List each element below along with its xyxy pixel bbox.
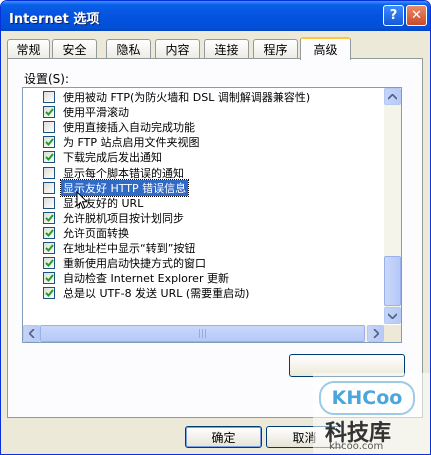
- checkmark-icon: [44, 153, 54, 162]
- tab-general[interactable]: 常规: [7, 39, 50, 58]
- setting-checkbox[interactable]: [43, 287, 55, 300]
- scroll-right-button[interactable]: [367, 325, 384, 342]
- setting-checkbox[interactable]: [43, 136, 55, 149]
- internet-options-dialog: Internet 选项 ? ✕ 常规 安全 隐私 内容 连接 程序 高级 设置(…: [0, 0, 431, 455]
- settings-label: 设置(S):: [24, 72, 70, 86]
- checkmark-icon: [44, 274, 54, 283]
- checkmark-icon: [44, 259, 54, 268]
- setting-label: 允许页面转换: [63, 226, 129, 240]
- setting-label: 使用被动 FTP(为防火墙和 DSL 调制解调器兼容性): [63, 91, 311, 104]
- scroll-left-button[interactable]: [23, 325, 40, 342]
- watermark: KHCoo 科技库 khcoo.com: [313, 373, 430, 454]
- setting-item[interactable]: 总是以 UTF-8 发送 URL (需要重启动): [43, 285, 251, 301]
- title-bar[interactable]: Internet 选项 ? ✕: [1, 1, 430, 31]
- settings-list[interactable]: 使用被动 FTP(为防火墙和 DSL 调制解调器兼容性) 使用平滑滚动 使用直接插入…: [22, 87, 402, 343]
- vertical-scrollbar[interactable]: [384, 88, 401, 324]
- tab-programs[interactable]: 程序: [253, 39, 298, 58]
- help-button[interactable]: ?: [383, 5, 404, 26]
- arrow-right-icon: [372, 329, 379, 338]
- checkmark-icon: [44, 214, 54, 222]
- arrow-left-icon: [28, 329, 35, 338]
- scroll-thumb[interactable]: [384, 256, 401, 306]
- tab-content[interactable]: 内容: [155, 39, 200, 58]
- setting-item[interactable]: 下载完成后发出通知: [43, 149, 164, 165]
- checkmark-icon: [44, 108, 54, 117]
- setting-checkbox[interactable]: [43, 151, 55, 164]
- setting-label: 在地址栏中显示“转到”按钮: [63, 242, 196, 255]
- setting-checkbox[interactable]: [43, 166, 55, 179]
- setting-item[interactable]: 自动检查 Internet Explorer 更新: [43, 270, 231, 286]
- setting-label: 使用直接插入自动完成功能: [63, 121, 195, 135]
- setting-item[interactable]: 显示友好 HTTP 错误信息: [43, 178, 190, 197]
- setting-item[interactable]: 使用直接插入自动完成功能: [43, 119, 197, 135]
- checkmark-icon: [44, 138, 54, 147]
- setting-checkbox[interactable]: [43, 211, 55, 224]
- setting-label: 使用平滑滚动: [63, 106, 129, 120]
- setting-item[interactable]: 使用被动 FTP(为防火墙和 DSL 调制解调器兼容性): [43, 89, 312, 105]
- setting-checkbox[interactable]: [43, 106, 55, 119]
- setting-item[interactable]: 重新使用启动快捷方式的窗口: [43, 255, 208, 271]
- setting-checkbox[interactable]: [43, 257, 55, 270]
- grip-icon: |||: [197, 328, 208, 339]
- horizontal-scrollbar[interactable]: |||: [23, 325, 384, 342]
- tab-connections[interactable]: 连接: [204, 39, 249, 58]
- setting-label: 显示友好的 URL: [63, 196, 144, 210]
- setting-item[interactable]: 使用平滑滚动: [43, 104, 131, 120]
- setting-item[interactable]: 允许页面转换: [43, 225, 131, 241]
- setting-item[interactable]: 显示友好的 URL: [43, 195, 145, 211]
- setting-item[interactable]: 显示每个脚本错误的通知: [43, 165, 186, 181]
- setting-item[interactable]: 允许脱机项目按计划同步: [43, 210, 186, 226]
- setting-checkbox[interactable]: [43, 91, 55, 103]
- close-icon: ✕: [411, 8, 422, 23]
- tab-privacy[interactable]: 隐私: [106, 39, 151, 58]
- setting-label: 显示每个脚本错误的通知: [63, 166, 184, 180]
- horizontal-scroll-thumb[interactable]: |||: [40, 325, 365, 342]
- checkmark-icon: [44, 244, 54, 252]
- ok-button[interactable]: 确定: [185, 426, 262, 448]
- close-button[interactable]: ✕: [406, 5, 427, 26]
- setting-checkbox[interactable]: [43, 121, 55, 134]
- help-icon: ?: [389, 8, 398, 23]
- arrow-up-icon: [388, 93, 397, 100]
- watermark-logo: KHCoo: [319, 381, 415, 415]
- setting-checkbox[interactable]: [43, 242, 55, 254]
- checkmark-icon: [44, 289, 54, 298]
- setting-label: 总是以 UTF-8 发送 URL (需要重启动): [63, 287, 250, 301]
- setting-checkbox[interactable]: [43, 196, 55, 209]
- setting-label: 允许脱机项目按计划同步: [63, 211, 184, 225]
- setting-label: 下载完成后发出通知: [63, 151, 162, 165]
- setting-label: 自动检查 Internet Explorer 更新: [63, 272, 229, 286]
- setting-label: 重新使用启动快捷方式的窗口: [63, 257, 206, 271]
- setting-item[interactable]: 为 FTP 站点启用文件夹视图: [43, 134, 201, 150]
- tab-advanced[interactable]: 高级: [300, 37, 351, 60]
- scroll-up-button[interactable]: [384, 88, 401, 105]
- watermark-url: khcoo.com: [329, 441, 384, 452]
- scrollbar-corner: [384, 325, 401, 342]
- advanced-panel: 设置(S): 使用被动 FTP(为防火墙和 DSL 调制解调器兼容性) 使用平滑滚…: [7, 58, 423, 418]
- arrow-down-icon: [388, 312, 397, 319]
- tab-security[interactable]: 安全: [52, 39, 97, 58]
- mouse-cursor-icon: [76, 191, 88, 210]
- setting-label: 为 FTP 站点启用文件夹视图: [63, 136, 200, 150]
- checkmark-icon: [44, 229, 54, 237]
- setting-checkbox[interactable]: [43, 181, 55, 194]
- setting-item[interactable]: 在地址栏中显示“转到”按钮: [43, 240, 197, 256]
- scroll-down-button[interactable]: [384, 307, 401, 324]
- tab-strip: 常规 安全 隐私 内容 连接 程序 高级: [7, 37, 427, 60]
- window-title: Internet 选项: [9, 12, 100, 27]
- setting-checkbox[interactable]: [43, 226, 55, 239]
- setting-checkbox[interactable]: [43, 272, 55, 285]
